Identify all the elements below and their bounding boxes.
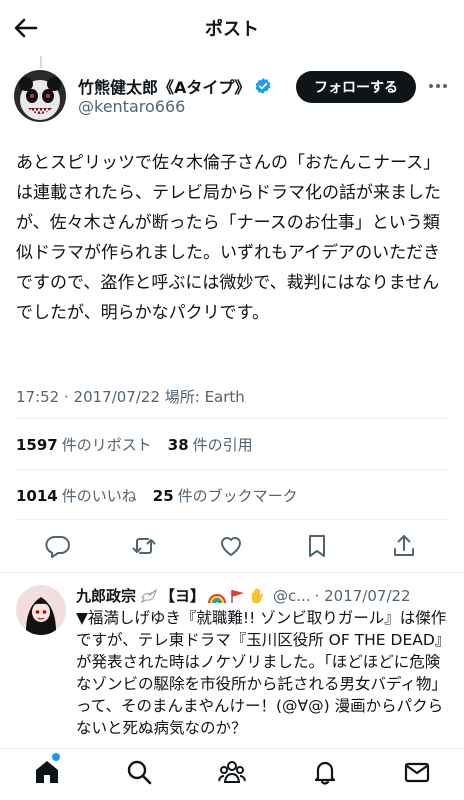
- page-title: ポスト: [205, 19, 259, 40]
- likes-label: 件のいいね: [61, 487, 137, 505]
- like-stats: 1014 件のいいね 25 件のブックマーク: [16, 485, 298, 506]
- more-icon[interactable]: [426, 76, 450, 96]
- reply-post[interactable]: 九郎政宗 【ヨ】 @c... · 2017/07/22 ▼福満しげゆき『就職難!…: [0, 572, 464, 752]
- quotes-label: 件の引用: [192, 436, 253, 454]
- reposts-label: 件のリポスト: [61, 436, 152, 454]
- reposts-stat[interactable]: 1597 件のリポスト: [16, 434, 152, 455]
- reply-header: 九郎政宗 【ヨ】 @c... · 2017/07/22: [76, 585, 456, 606]
- post-meta[interactable]: 17:52 · 2017/07/22 場所: Earth: [16, 386, 245, 407]
- author-name[interactable]: 竹熊健太郎《Aタイプ》: [78, 74, 250, 98]
- notifications-icon[interactable]: [310, 757, 340, 787]
- reposts-count: 1597: [16, 436, 58, 454]
- dove-icon: [140, 588, 158, 604]
- bookmarks-count: 25: [152, 487, 174, 505]
- author-avatar[interactable]: [14, 70, 66, 122]
- communities-icon[interactable]: [217, 757, 247, 787]
- quotes-stat[interactable]: 38 件の引用: [168, 434, 253, 455]
- likes-count: 1014: [16, 487, 58, 505]
- reply-text: ▼福満しげゆき『就職難!! ゾンビ取りガール』は傑作ですが、テレ東ドラマ『玉川区…: [76, 609, 447, 737]
- likes-stat[interactable]: 1014 件のいいね: [16, 485, 137, 506]
- repost-icon[interactable]: [130, 532, 158, 560]
- top-bar: ポスト: [0, 0, 464, 56]
- raised-hand-icon: [249, 587, 267, 605]
- author-name-row: 竹熊健太郎《Aタイプ》: [78, 74, 272, 98]
- reply-handle[interactable]: @c...: [273, 587, 311, 605]
- red-flag-icon: [229, 588, 247, 604]
- follow-button[interactable]: フォローする: [296, 71, 416, 103]
- share-icon[interactable]: [390, 532, 418, 560]
- messages-icon[interactable]: [402, 757, 432, 787]
- reply-date[interactable]: · 2017/07/22: [315, 587, 411, 605]
- reply-author-name[interactable]: 九郎政宗: [76, 585, 136, 606]
- bookmark-icon[interactable]: [303, 532, 331, 560]
- repost-stats: 1597 件のリポスト 38 件の引用: [16, 434, 253, 455]
- divider: [16, 519, 448, 520]
- author-handle[interactable]: @kentaro666: [78, 97, 185, 116]
- reply-name-emojis: 【ヨ】: [140, 585, 267, 606]
- like-icon[interactable]: [217, 532, 245, 560]
- divider: [16, 418, 448, 419]
- post-actions: [0, 528, 464, 564]
- quotes-count: 38: [167, 436, 189, 454]
- verified-badge-icon: [254, 77, 272, 95]
- rainbow-icon: [207, 588, 227, 604]
- bookmarks-label: 件のブックマーク: [177, 487, 298, 505]
- post-text: あとスピリッツで佐々木倫子さんの「おたんこナース」は連載されたら、テレビ局からド…: [16, 153, 441, 323]
- bottom-tab-bar: [0, 748, 464, 800]
- search-icon[interactable]: [124, 757, 154, 787]
- reply-icon[interactable]: [44, 532, 72, 560]
- home-icon[interactable]: [32, 757, 62, 787]
- reply-avatar[interactable]: [16, 585, 66, 635]
- divider: [16, 469, 448, 470]
- reply-badge: 【ヨ】: [160, 587, 206, 605]
- thread-line: [40, 56, 42, 68]
- bookmarks-stat[interactable]: 25 件のブックマーク: [153, 485, 298, 506]
